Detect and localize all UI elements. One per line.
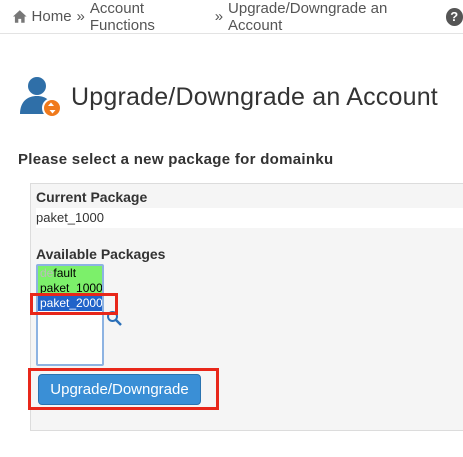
home-icon[interactable] (12, 9, 28, 24)
highlight-submit-button (28, 368, 219, 410)
breadcrumb-home-link[interactable]: Home (32, 8, 72, 25)
package-select-heading: Please select a new package for domainku (18, 151, 334, 168)
help-icon[interactable]: ? (445, 7, 463, 26)
breadcrumb-separator: » (214, 8, 224, 25)
breadcrumb: Home » Account Functions » Upgrade/Downg… (0, 0, 463, 34)
current-package-value: paket_1000 (36, 208, 463, 228)
breadcrumb-account-functions-link[interactable]: Account Functions (90, 0, 210, 34)
available-packages-label: Available Packages (36, 246, 166, 262)
available-packages-listbox[interactable]: default paket_1000 paket_2000 (36, 264, 104, 366)
breadcrumb-current: Upgrade/Downgrade an Account (228, 0, 388, 34)
highlight-selected-package (30, 293, 118, 315)
breadcrumb-separator: » (76, 8, 85, 25)
user-upgrade-icon (20, 77, 62, 119)
current-package-label: Current Package (36, 189, 148, 205)
package-option-default[interactable]: default (38, 266, 102, 281)
page-title: Upgrade/Downgrade an Account (71, 82, 438, 111)
page-header: Upgrade/Downgrade an Account (17, 66, 438, 129)
